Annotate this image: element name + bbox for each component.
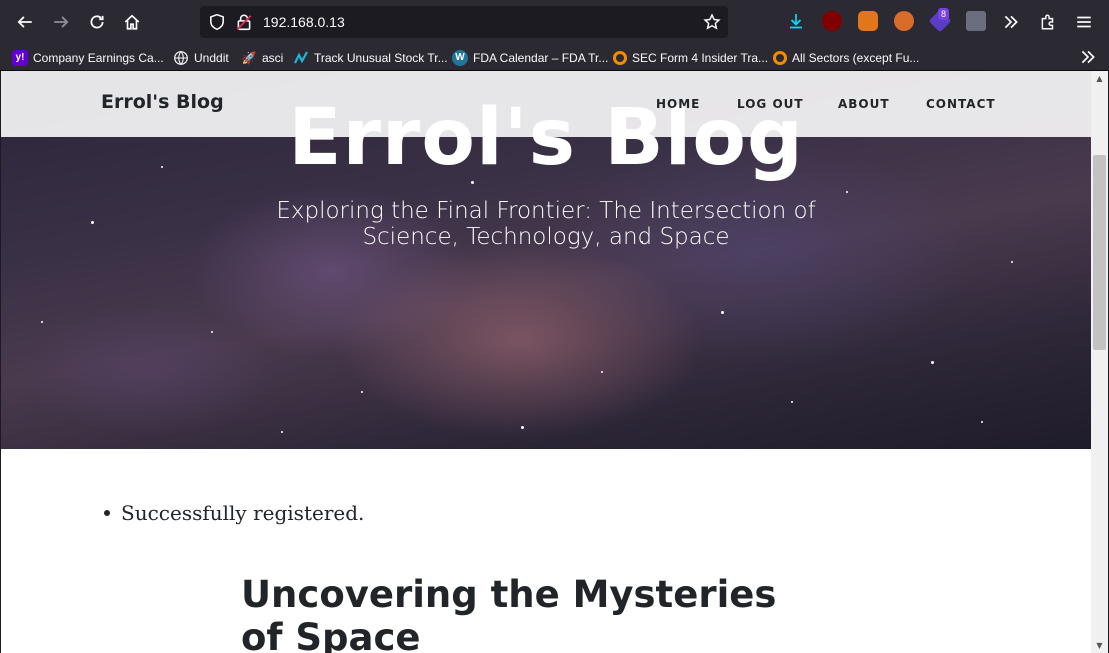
- bookmark-label: Track Unusual Stock Tr...: [314, 50, 448, 65]
- bookmark-item[interactable]: W FDA Calendar – FDA Tr...: [452, 48, 608, 67]
- more-tools-button[interactable]: [997, 8, 1025, 36]
- bookmark-item[interactable]: SEC Form 4 Insider Tra...: [613, 48, 768, 67]
- bullet: [104, 509, 110, 516]
- flash-message-list: Successfully registered.: [104, 501, 364, 525]
- globe-icon: [174, 50, 188, 65]
- browser-toolbar: 192.168.0.13 8: [0, 0, 1109, 44]
- bookmark-item[interactable]: Unddit: [173, 48, 229, 67]
- bookmark-item[interactable]: All Sectors (except Fu...: [773, 48, 919, 67]
- orange-circle-icon: [773, 50, 787, 65]
- wordpress-icon: W: [452, 49, 468, 66]
- chart-logo-icon: [294, 50, 308, 63]
- server-extension-icon[interactable]: [966, 11, 986, 31]
- page-viewport: Errol's Blog Exploring the Final Frontie…: [1, 71, 1108, 653]
- double-chevron-icon: [1004, 15, 1018, 29]
- bookmark-label: FDA Calendar – FDA Tr...: [473, 50, 609, 65]
- orange-circle-icon: [613, 50, 627, 65]
- rocket-icon: 🚀: [241, 50, 257, 65]
- bookmark-label: Company Earnings Ca...: [33, 50, 164, 65]
- shield-icon[interactable]: [208, 13, 226, 31]
- post-title[interactable]: Uncovering the Mysteries of Space: [241, 573, 801, 653]
- reload-icon: [90, 15, 104, 29]
- nav-home-link[interactable]: HOME: [656, 97, 700, 111]
- arrow-right-icon: [54, 16, 69, 28]
- bookmark-label: SEC Form 4 Insider Tra...: [632, 50, 769, 65]
- fox-extension-icon[interactable]: [894, 11, 914, 31]
- vertical-scrollbar[interactable]: ▲ ▼: [1091, 71, 1108, 653]
- nav-contact-link[interactable]: CONTACT: [926, 97, 996, 111]
- arrow-left-icon: [17, 16, 32, 28]
- site-brand-link[interactable]: Errol's Blog: [101, 91, 224, 113]
- back-button[interactable]: [11, 8, 39, 36]
- nav-logout-link[interactable]: LOG OUT: [737, 97, 804, 111]
- address-bar[interactable]: 192.168.0.13: [200, 6, 728, 38]
- hamburger-menu-icon: [1077, 16, 1091, 28]
- insecure-lock-icon[interactable]: [235, 13, 253, 31]
- flash-message: Successfully registered.: [121, 501, 365, 525]
- home-button[interactable]: [118, 8, 146, 36]
- hero-subtitle: Exploring the Final Frontier: The Inters…: [276, 198, 816, 250]
- app-menu-button[interactable]: [1070, 8, 1098, 36]
- bookmark-label: All Sectors (except Fu...: [792, 50, 920, 65]
- extensions-button[interactable]: [1034, 8, 1062, 36]
- ublock-icon[interactable]: [822, 11, 842, 31]
- bookmark-label: asci: [262, 50, 284, 65]
- url-text[interactable]: 192.168.0.13: [263, 13, 345, 31]
- more-bookmarks-icon[interactable]: [1078, 48, 1098, 66]
- scroll-thumb[interactable]: [1093, 155, 1106, 350]
- home-icon: [124, 14, 140, 30]
- site-navbar: Errol's Blog HOME LOG OUT ABOUT CONTACT: [1, 71, 1091, 137]
- metamask-icon[interactable]: [858, 11, 878, 31]
- reload-button[interactable]: [83, 8, 111, 36]
- scroll-up-icon[interactable]: ▲: [1095, 74, 1104, 83]
- bookmark-star-icon[interactable]: [703, 13, 721, 31]
- nav-about-link[interactable]: ABOUT: [838, 97, 890, 111]
- bookmark-item[interactable]: Track Unusual Stock Tr...: [293, 48, 448, 67]
- bookmark-item[interactable]: 🚀 asci: [241, 48, 284, 67]
- download-icon[interactable]: [786, 11, 806, 31]
- scroll-down-icon[interactable]: ▼: [1095, 641, 1104, 650]
- bookmark-item[interactable]: y! Company Earnings Ca...: [12, 48, 164, 67]
- bookmarks-toolbar: y! Company Earnings Ca... Unddit 🚀 asci …: [0, 44, 1109, 71]
- extension-badge: 8: [938, 8, 950, 20]
- puzzle-icon: [1041, 14, 1054, 30]
- forward-button[interactable]: [47, 8, 75, 36]
- bookmark-label: Unddit: [194, 50, 229, 65]
- yahoo-icon: y!: [12, 49, 28, 66]
